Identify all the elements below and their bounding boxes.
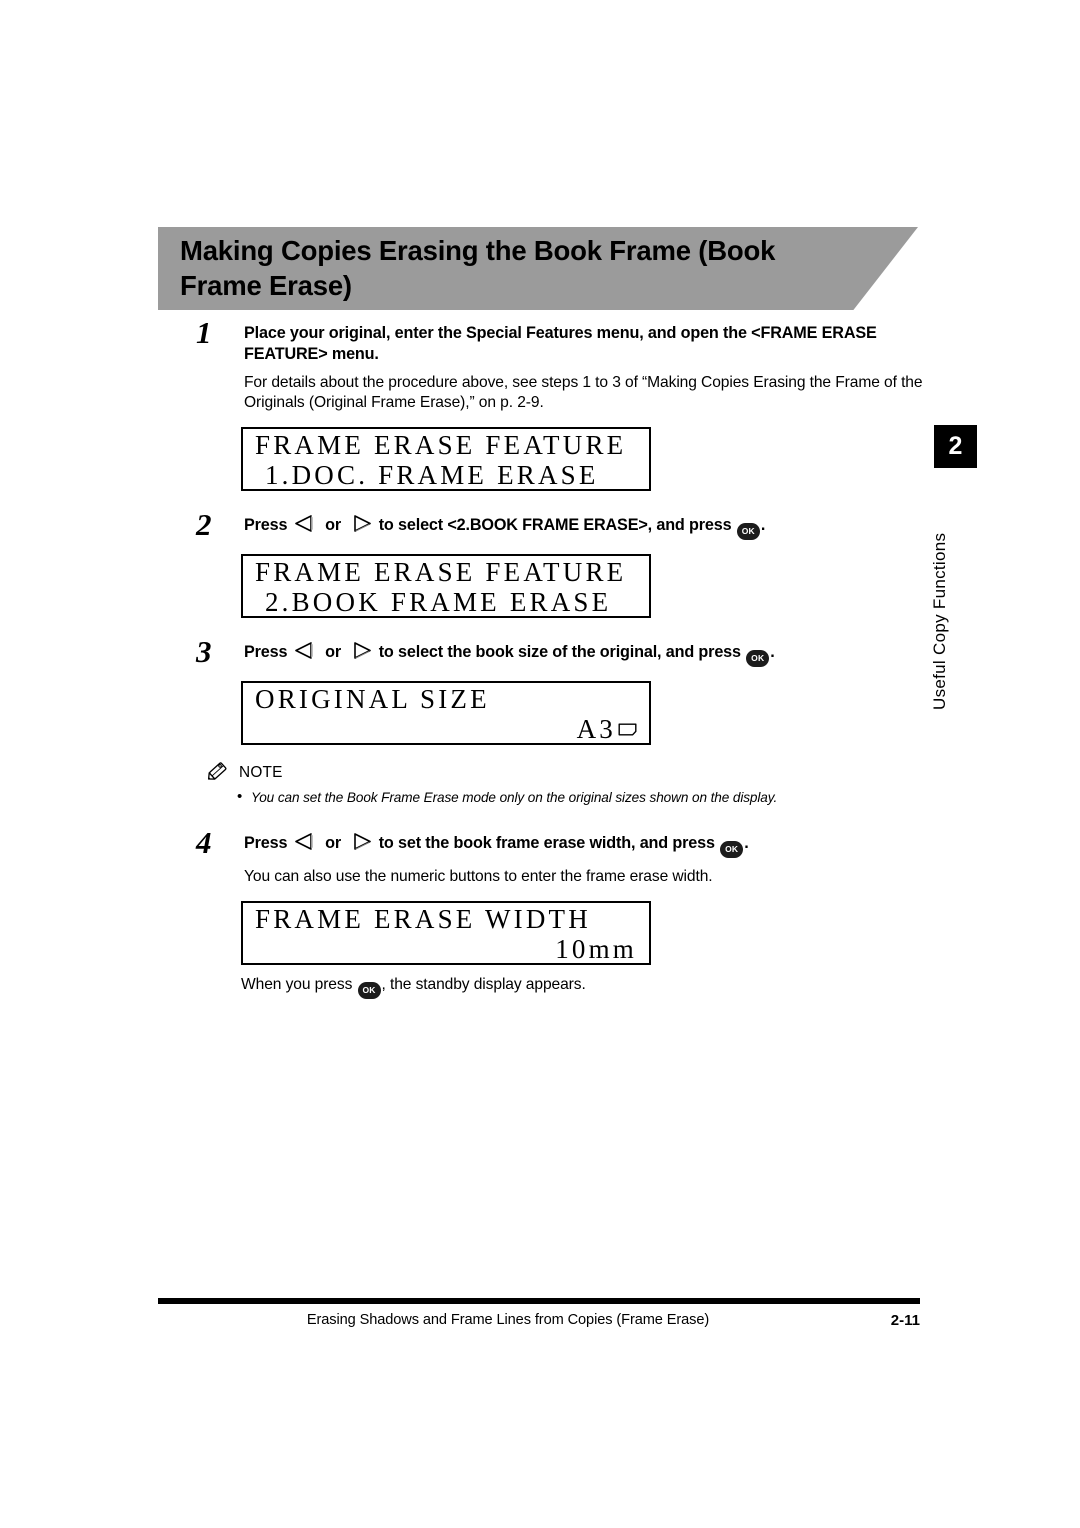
lcd-3-size-value: A3 [576, 714, 616, 744]
note-header: NOTE [206, 761, 926, 784]
note-bullet: • [237, 788, 243, 805]
step-3-or-label: or [325, 643, 341, 661]
lcd-1-line-2: 1.DOC. FRAME ERASE [255, 460, 599, 490]
arrow-left-icon[interactable] [294, 515, 319, 532]
step-1-subtext: For details about the procedure above, s… [244, 374, 923, 411]
lcd-display-4: FRAME ERASE WIDTH 10mm [241, 901, 651, 965]
content-column: 1 Place your original, enter the Special… [196, 317, 926, 999]
arrow-right-icon[interactable] [347, 833, 372, 850]
step-4-or-label: or [325, 834, 341, 852]
pencil-note-icon [206, 761, 232, 784]
step-3-heading: Press or to select the book size of the … [244, 642, 926, 667]
lcd-3-line-2: A3 [243, 714, 649, 744]
footer-page-number: 2-11 [890, 1312, 920, 1329]
footer-title: Erasing Shadows and Frame Lines from Cop… [306, 1312, 710, 1328]
trailing-pre-label: When you press [241, 976, 353, 993]
note-block: NOTE • You can set the Book Frame Erase m… [206, 761, 926, 807]
lcd-4-line-1: FRAME ERASE WIDTH [255, 904, 591, 934]
footer: Erasing Shadows and Frame Lines from Cop… [158, 1312, 920, 1336]
lcd-2-line-2: 2.BOOK FRAME ERASE [255, 587, 612, 617]
step-4-period: . [744, 834, 749, 852]
paper-landscape-icon [618, 722, 637, 737]
arrow-right-icon[interactable] [347, 515, 372, 532]
step-4: 4 Press or to set the book frame erase w… [196, 827, 926, 887]
step-1-heading-line2: FEATURE> menu. [244, 344, 379, 363]
lcd-1-line-1: FRAME ERASE FEATURE [255, 430, 627, 460]
step-4-heading: Press or to set the book frame erase wid… [244, 833, 926, 858]
step-2-heading: Press or to select <2.BOOK FRAME ERASE>,… [244, 515, 926, 540]
ok-button-icon[interactable]: OK [357, 982, 381, 999]
lcd-display-3: ORIGINAL SIZE A3 [241, 681, 651, 745]
lcd-4-line-2: 10mm [555, 934, 637, 964]
step-2-or-label: or [325, 516, 341, 534]
step-3-number: 3 [196, 634, 212, 669]
trailing-post-label: , the standby display appears. [381, 976, 586, 993]
arrow-left-icon[interactable] [294, 642, 319, 659]
ok-button-icon[interactable]: OK [720, 841, 744, 858]
step-1-heading-line1: Place your original, enter the Special F… [244, 324, 877, 342]
arrow-right-icon[interactable] [347, 642, 372, 659]
lcd-display-1: FRAME ERASE FEATURE 1.DOC. FRAME ERASE [241, 427, 651, 491]
step-4-select-label: to set the book frame erase width, and p… [378, 834, 715, 852]
step-3-period: . [770, 643, 775, 661]
step-2-select-label: to select <2.BOOK FRAME ERASE>, and pres… [378, 516, 732, 534]
chapter-number-tab: 2 [934, 425, 977, 468]
ok-button-icon[interactable]: OK [746, 650, 770, 667]
step-4-number: 4 [196, 825, 212, 860]
lcd-display-2: FRAME ERASE FEATURE 2.BOOK FRAME ERASE [241, 554, 651, 618]
step-2: 2 Press or to select <2.BOOK FRAME ERASE… [196, 509, 926, 540]
page-title: Making Copies Erasing the Book Frame (Bo… [180, 235, 776, 301]
note-item-text: You can set the Book Frame Erase mode on… [251, 790, 778, 805]
section-banner: Making Copies Erasing the Book Frame (Bo… [158, 227, 918, 310]
note-label: NOTE [239, 763, 283, 781]
lcd-3-line-1: ORIGINAL SIZE [255, 684, 490, 714]
step-2-number: 2 [196, 507, 212, 542]
step-4-press-label: Press [244, 834, 288, 852]
arrow-left-icon[interactable] [294, 833, 319, 850]
step-2-press-label: Press [244, 516, 288, 534]
step-4-subtext: You can also use the numeric buttons to … [244, 868, 713, 885]
step-1-heading: Place your original, enter the Special F… [244, 323, 926, 364]
note-item: • You can set the Book Frame Erase mode o… [237, 788, 926, 807]
chapter-title-vertical: Useful Copy Functions [930, 532, 949, 710]
lcd-2-line-1: FRAME ERASE FEATURE [255, 557, 627, 587]
step-3: 3 Press or to select the book size of th… [196, 636, 926, 667]
trailing-sentence: When you press OK, the standby display a… [241, 975, 926, 999]
step-3-select-label: to select the book size of the original,… [378, 643, 741, 661]
step-3-press-label: Press [244, 643, 288, 661]
ok-button-icon[interactable]: OK [736, 523, 760, 540]
step-1-number: 1 [196, 315, 212, 350]
footer-divider [158, 1298, 920, 1304]
manual-page: Making Copies Erasing the Book Frame (Bo… [0, 0, 1080, 1528]
step-1: 1 Place your original, enter the Special… [196, 317, 926, 413]
step-2-period: . [760, 516, 766, 534]
